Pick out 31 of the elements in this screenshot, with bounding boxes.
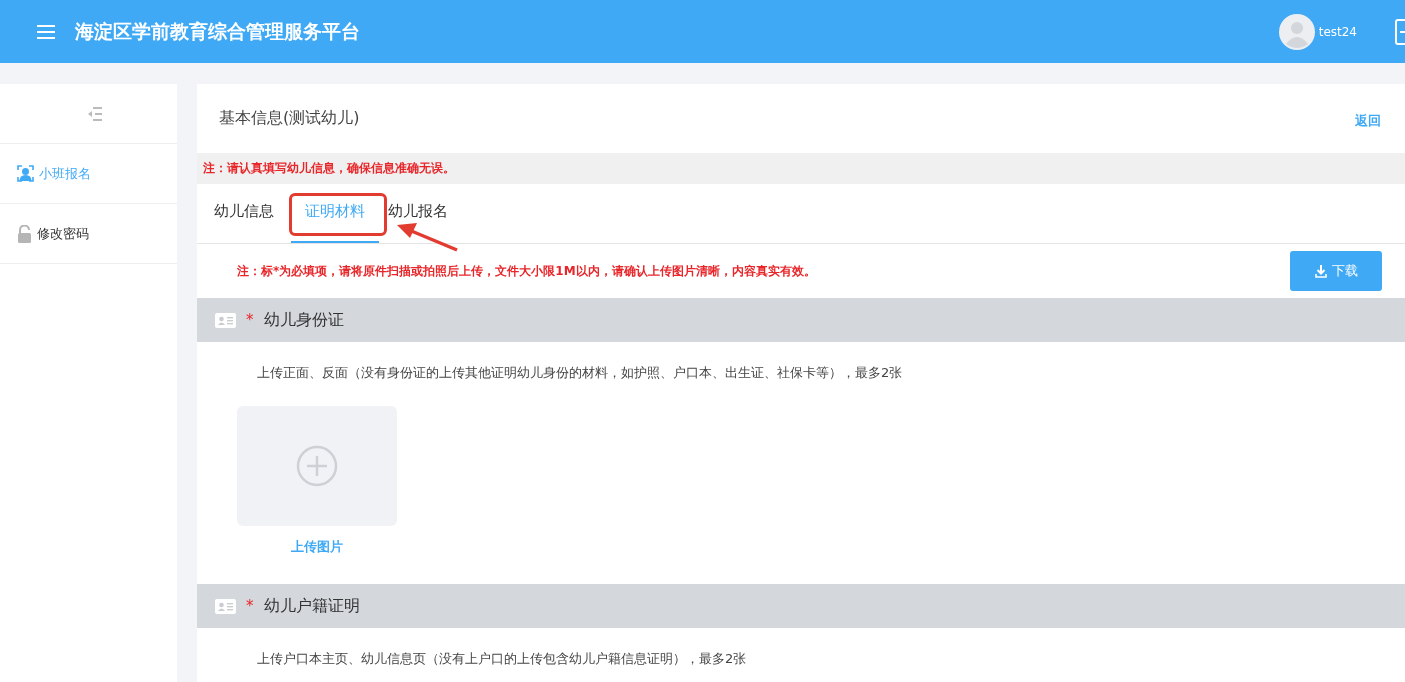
tab[interactable]: 幼儿信息: [211, 202, 277, 243]
download-button[interactable]: 下载: [1290, 251, 1382, 291]
section-title: 幼儿户籍证明: [263, 595, 360, 617]
upload-notice: 注：标*为必填项，请将原件扫描或拍照后上传，文件大小限1M以内，请确认上传图片清晰，内容真实有效。: [237, 262, 816, 280]
logout-icon[interactable]: [1395, 18, 1405, 45]
collapse-icon[interactable]: [87, 105, 102, 122]
app-title: 海淀区学前教育综合管理服务平台: [75, 18, 360, 44]
required-mark: *: [246, 597, 254, 615]
upload-box[interactable]: [237, 406, 397, 526]
annotation-arrow: [397, 222, 459, 252]
menu-icon[interactable]: [37, 24, 55, 39]
avatar-icon[interactable]: [1278, 13, 1315, 50]
upload-label[interactable]: 上传图片: [291, 538, 343, 556]
sidebar-item[interactable]: 修改密码: [0, 204, 177, 264]
sidebar-item[interactable]: 小班报名: [0, 144, 177, 204]
page-title: 基本信息(测试幼儿): [219, 108, 360, 129]
username[interactable]: test24: [1318, 24, 1357, 39]
person-icon: [17, 165, 34, 182]
section-description: 上传正面、反面（没有身份证的上传其他证明幼儿身份的材料，如护照、户口本、出生证、社保卡等），最多2张: [257, 364, 904, 382]
notice-text: 注：请认真填写幼儿信息，确保信息准确无误。: [203, 160, 455, 177]
id-card-icon: [215, 598, 236, 614]
section-description: 上传户口本主页、幼儿信息页（没有上户口的上传包含幼儿户籍信息证明），最多2张: [257, 650, 748, 668]
section-title: 幼儿身份证: [263, 309, 344, 331]
lock-icon: [17, 224, 32, 243]
id-card-icon: [215, 312, 236, 328]
back-link[interactable]: 返回: [1355, 111, 1381, 130]
download-icon: [1314, 264, 1327, 278]
required-mark: *: [246, 311, 254, 329]
plus-circle-icon: [296, 445, 338, 487]
tab[interactable]: 幼儿报名: [385, 202, 451, 243]
tab[interactable]: 证明材料: [291, 202, 379, 243]
